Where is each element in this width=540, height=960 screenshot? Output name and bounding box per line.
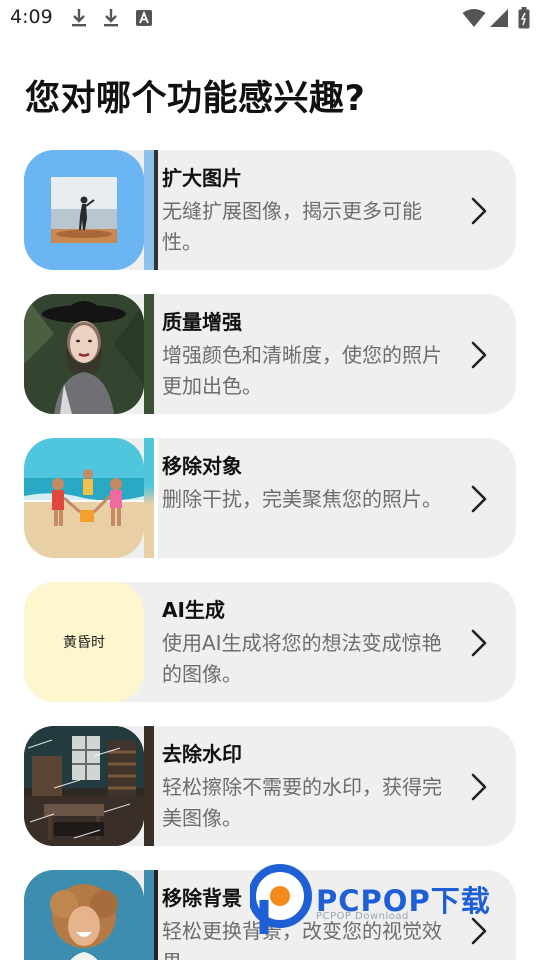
status-bar: 4:09 [0,0,540,36]
feature-card-expand-image[interactable]: 扩大图片 无缝扩展图像，揭示更多可能性。 [24,150,516,270]
chevron-right-icon [471,485,487,513]
feature-title: 移除背景 [162,886,242,910]
feature-card-remove-watermark[interactable]: 去除水印 轻松擦除不需要的水印，获得完美图像。 [24,726,516,846]
remove-background-thumbnail [24,870,144,960]
chevron-right-icon [471,629,487,657]
feature-description: 无缝扩展图像，揭示更多可能性。 [162,199,422,254]
feature-title: 扩大图片 [162,166,242,190]
signal-icon [490,9,508,27]
status-time: 4:09 [10,6,53,28]
chevron-right-icon [471,341,487,369]
ai-generate-thumbnail: 黄昏时 [24,582,144,702]
feature-card-remove-object[interactable]: 移除对象 删除干扰，完美聚焦您的照片。 [24,438,516,558]
feature-card-quality-enhance[interactable]: 质量增强 增强颜色和清晰度，使您的照片更加出色。 [24,294,516,414]
thumbnail-prompt-text: 黄昏时 [63,635,105,651]
quality-enhance-thumbnail [24,294,144,414]
feature-title: 移除对象 [162,454,242,478]
pcpop-logo-icon [250,864,312,934]
site-watermark: PCPOP下载 PCPOP Download [250,864,530,944]
feature-card-ai-generate[interactable]: 黄昏时 AI生成 使用AI生成将您的想法变成惊艳的图像。 [24,582,516,702]
feature-title: 去除水印 [162,742,242,766]
feature-description: 使用AI生成将您的想法变成惊艳的图像。 [162,631,442,686]
chevron-right-icon [471,773,487,801]
font-a-icon [136,10,152,26]
download-icon [104,9,118,27]
chevron-right-icon [471,197,487,225]
feature-title: AI生成 [162,598,225,622]
page-title: 您对哪个功能感兴趣? [25,79,366,119]
feature-description: 轻松擦除不需要的水印，获得完美图像。 [162,775,442,830]
remove-watermark-thumbnail [24,726,144,846]
feature-title: 质量增强 [162,310,242,334]
download-icon [72,9,86,27]
watermark-sub: PCPOP Download [316,911,409,922]
wifi-icon [462,9,486,27]
battery-icon [518,7,530,29]
remove-object-thumbnail [24,438,144,558]
expand-image-thumbnail [24,150,144,270]
feature-description: 增强颜色和清晰度，使您的照片更加出色。 [162,343,442,398]
feature-description: 删除干扰，完美聚焦您的照片。 [162,487,442,511]
